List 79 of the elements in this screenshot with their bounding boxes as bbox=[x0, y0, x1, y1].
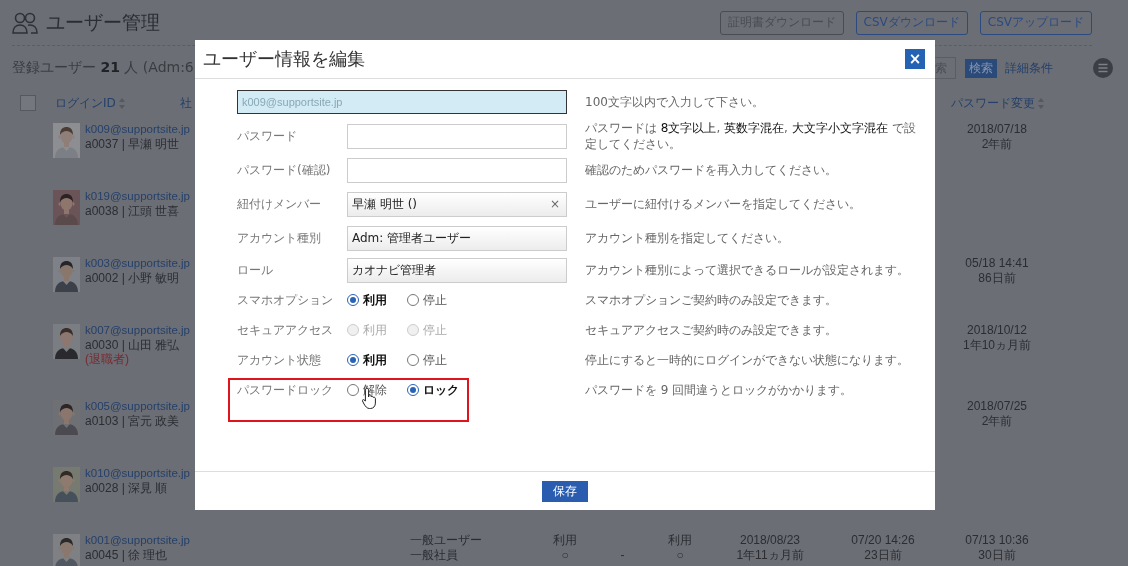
radio-label[interactable]: 利用 bbox=[363, 291, 387, 309]
select-field[interactable]: Adm: 管理者ユーザー bbox=[347, 225, 567, 251]
field-hint: 100文字以内で入力して下さい。 bbox=[585, 94, 765, 110]
advanced-search-link[interactable]: 詳細条件 bbox=[1005, 59, 1053, 77]
select-all-checkbox[interactable] bbox=[20, 95, 36, 111]
radio-button[interactable] bbox=[407, 384, 419, 396]
table-cell: 2018/07/25 bbox=[966, 399, 1028, 414]
login-id-link[interactable]: k001@supportsite.jp bbox=[85, 533, 190, 548]
password-field[interactable] bbox=[347, 157, 567, 183]
column-header[interactable]: パスワード変更 bbox=[950, 94, 1035, 112]
password-field[interactable] bbox=[347, 123, 567, 149]
field-hint: ユーザーに紐付けるメンバーを指定してください。 bbox=[585, 196, 862, 212]
close-button[interactable]: × bbox=[905, 49, 925, 69]
field-hint: 確認のためパスワードを再入力してください。 bbox=[585, 162, 838, 178]
table-cell: 2018/10/12 bbox=[966, 323, 1028, 338]
table-cell: ○ bbox=[676, 548, 684, 563]
table-cell: 利用 bbox=[553, 533, 577, 548]
field-hint: セキュアアクセスご契約時のみ設定できます。 bbox=[585, 322, 838, 338]
login-id-field[interactable]: k009@supportsite.jp bbox=[237, 90, 567, 114]
employee-name: a0002 | 小野 敏明 bbox=[85, 271, 181, 286]
field-label: アカウント種別 bbox=[237, 229, 322, 247]
field-hint: 停止にすると一時的にログインができない状態になります。 bbox=[585, 352, 910, 368]
table-cell: 86日前 bbox=[978, 271, 1016, 286]
field-hint: アカウント種別によって選択できるロールが設定されます。 bbox=[585, 262, 910, 278]
login-id-link[interactable]: k007@supportsite.jp bbox=[85, 323, 190, 338]
field-hint: スマホオプションご契約時のみ設定できます。 bbox=[585, 292, 838, 308]
table-cell: 05/18 14:41 bbox=[965, 256, 1029, 271]
radio-button[interactable] bbox=[347, 354, 359, 366]
select-field[interactable]: カオナビ管理者 bbox=[347, 257, 567, 283]
login-id-link[interactable]: k003@supportsite.jp bbox=[85, 256, 190, 271]
field-label: スマホオプション bbox=[237, 291, 334, 309]
radio-button[interactable] bbox=[347, 384, 359, 396]
field-hint: パスワードを 9 回間違うとロックがかかります。 bbox=[585, 382, 854, 398]
radio-label[interactable]: ロック bbox=[423, 381, 459, 399]
dialog-title: ユーザー情報を編集 bbox=[203, 47, 365, 71]
field-label: ロール bbox=[237, 261, 274, 279]
table-cell: 30日前 bbox=[978, 548, 1016, 563]
table-cell: - bbox=[620, 548, 625, 563]
login-id-link[interactable]: k009@supportsite.jp bbox=[85, 122, 190, 137]
radio-label[interactable]: 停止 bbox=[423, 291, 447, 309]
employee-name: a0030 | 山田 雅弘 bbox=[85, 338, 181, 353]
table-cell: 2年前 bbox=[981, 414, 1013, 429]
field-label: 紐付けメンバー bbox=[237, 195, 322, 213]
field-label: パスワード bbox=[237, 127, 298, 145]
table-cell: 07/13 10:36 bbox=[965, 533, 1029, 548]
column-header[interactable]: 社 bbox=[180, 94, 192, 112]
table-cell: 23日前 bbox=[864, 548, 902, 563]
field-label: セキュアアクセス bbox=[237, 321, 334, 339]
radio-button[interactable] bbox=[407, 294, 419, 306]
login-id-link[interactable]: k019@supportsite.jp bbox=[85, 189, 190, 204]
employee-name: a0037 | 早瀬 明世 bbox=[85, 137, 181, 152]
menu-icon[interactable] bbox=[1093, 58, 1113, 78]
field-hint: アカウント種別を指定してください。 bbox=[585, 230, 790, 246]
radio-button[interactable] bbox=[347, 294, 359, 306]
page-title: ユーザー管理 bbox=[46, 9, 160, 35]
employee-name: a0045 | 徐 理也 bbox=[85, 548, 169, 563]
users-icon bbox=[12, 11, 38, 34]
member-select[interactable]: 早瀬 明世 () × bbox=[347, 191, 567, 217]
field-label: アカウント状態 bbox=[237, 351, 322, 369]
employee-name: a0028 | 深見 順 bbox=[85, 481, 169, 496]
save-button[interactable]: 保存 bbox=[542, 480, 588, 502]
employee-name: a0103 | 宮元 政美 bbox=[85, 414, 181, 429]
retired-label: (退職者) bbox=[85, 353, 130, 365]
employee-name: a0038 | 江頭 世喜 bbox=[85, 204, 181, 219]
field-hint: パスワードは 8文字以上, 英数字混在, 大文字小文字混在 で設定してください。 bbox=[585, 120, 917, 152]
field-label: パスワード(確認) bbox=[237, 161, 332, 179]
field-label: パスワードロック bbox=[237, 381, 334, 399]
table-cell: ○ bbox=[561, 548, 569, 563]
login-id-link[interactable]: k005@supportsite.jp bbox=[85, 399, 190, 414]
search-button[interactable]: 検索 bbox=[965, 58, 997, 78]
table-cell: 利用 bbox=[668, 533, 692, 548]
table-cell: 2018/07/18 bbox=[966, 122, 1028, 137]
table-cell: 2018/08/23 bbox=[739, 533, 801, 548]
table-cell: 07/20 14:26 bbox=[851, 533, 915, 548]
radio-label[interactable]: 停止 bbox=[423, 351, 447, 369]
radio-label[interactable]: 利用 bbox=[363, 351, 387, 369]
radio-button[interactable] bbox=[407, 354, 419, 366]
login-id-link[interactable]: k010@supportsite.jp bbox=[85, 466, 190, 481]
table-cell: 2年前 bbox=[981, 137, 1013, 152]
